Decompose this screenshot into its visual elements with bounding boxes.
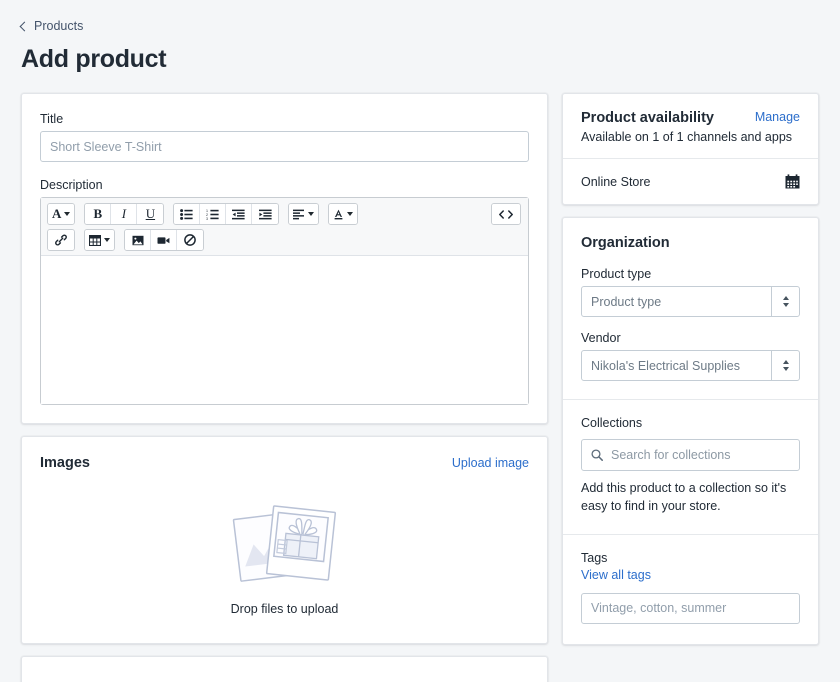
code-view-button[interactable] [492,204,520,224]
stacked-photos-icon [232,505,336,582]
vendor-select[interactable]: Nikola's Electrical Supplies [581,350,800,381]
availability-header: Product availability Manage [581,110,800,126]
tags-title: Tags [581,550,608,565]
link-group [47,229,75,251]
breadcrumb-label: Products [34,19,84,33]
list-group: 123 [173,203,280,225]
collections-search-placeholder: Search for collections [611,448,731,462]
svg-text:3: 3 [206,217,208,220]
insert-video-button[interactable] [151,230,177,250]
format-group: A [47,203,76,225]
editor-toolbar: A B I U 1 2 3 [41,198,528,256]
calendar-icon[interactable] [785,174,800,189]
product-type-label: Product type [581,267,652,281]
breadcrumb-products-link[interactable]: Products [19,19,84,33]
manage-availability-link[interactable]: Manage [755,110,800,124]
insert-table-dropdown[interactable] [85,230,114,250]
chevron-left-icon [19,21,30,31]
numbered-list-button[interactable]: 123 [200,204,227,224]
align-dropdown[interactable] [289,204,319,224]
images-card-header: Images Upload image [40,455,529,471]
product-type-field: Product type Product type [581,267,800,317]
clear-formatting-button[interactable] [177,230,203,250]
product-availability-card: Product availability Manage Available on… [562,93,819,205]
collections-section: Collections Search for collections Add t… [563,400,818,534]
availability-title: Product availability [581,110,714,126]
font-style-dropdown[interactable]: A [48,204,75,224]
text-color-dropdown[interactable] [329,204,358,224]
collections-title: Collections [581,416,643,430]
select-stepper-icon [771,287,799,316]
chevron-down-icon [347,212,354,216]
chevron-down-icon [308,212,315,216]
title-input[interactable] [40,131,529,162]
text-style-group: B I U [84,203,165,225]
add-product-page: Products Add product Title Description A [0,0,840,682]
images-title: Images [40,455,90,471]
product-type-value: Product type [591,294,662,309]
main-column: Title Description A [21,93,548,682]
vendor-field: Vendor Nikola's Electrical Supplies [581,331,800,381]
select-stepper-icon [771,351,799,380]
underline-button[interactable]: U [137,204,164,224]
chevron-down-icon [104,238,110,242]
description-editor: A B I U 1 2 3 [40,197,529,405]
editor-toolbar-row-1: A B I U 1 2 3 [47,203,522,225]
italic-button[interactable]: I [111,204,138,224]
editor-toolbar-row-2 [47,229,522,251]
insert-image-button[interactable] [125,230,151,250]
code-view-group [491,203,521,225]
tags-input[interactable] [581,592,800,624]
channel-row-online-store[interactable]: Online Store [581,174,800,189]
channel-name: Online Store [581,174,651,189]
indent-button[interactable] [252,204,279,224]
insert-link-button[interactable] [48,230,74,250]
images-card: Images Upload image Drop files to upload [21,436,548,644]
tags-section: Tags View all tags [563,535,818,644]
text-color-group [328,203,359,225]
sidebar-column: Product availability Manage Available on… [562,93,819,657]
chevron-down-icon [64,212,71,216]
media-group [124,229,204,251]
upload-image-link[interactable]: Upload image [452,456,529,470]
align-group [288,203,320,225]
page-title: Add product [21,45,167,73]
organization-card: Organization Product type Product type V… [562,217,819,645]
dropzone-caption: Drop files to upload [230,602,339,616]
product-details-card: Title Description A [21,93,548,424]
view-all-tags-link[interactable]: View all tags [581,568,651,582]
outdent-button[interactable] [226,204,253,224]
description-field-label: Description [40,178,103,192]
table-group [84,229,115,251]
collections-help-text: Add this product to a collection so it's… [581,481,787,513]
image-dropzone[interactable]: Drop files to upload [22,471,547,643]
description-editor-body[interactable] [41,256,528,404]
product-type-select[interactable]: Product type [581,286,800,317]
collections-search-input[interactable]: Search for collections [581,439,800,471]
organization-title: Organization [581,235,670,251]
availability-subtitle: Available on 1 of 1 channels and apps [581,130,793,144]
title-field-label: Title [40,112,64,126]
search-icon [591,449,603,461]
bulleted-list-button[interactable] [174,204,201,224]
vendor-label: Vendor [581,331,621,345]
vendor-value: Nikola's Electrical Supplies [591,358,740,373]
next-card-partial [21,656,548,682]
bold-button[interactable]: B [85,204,112,224]
